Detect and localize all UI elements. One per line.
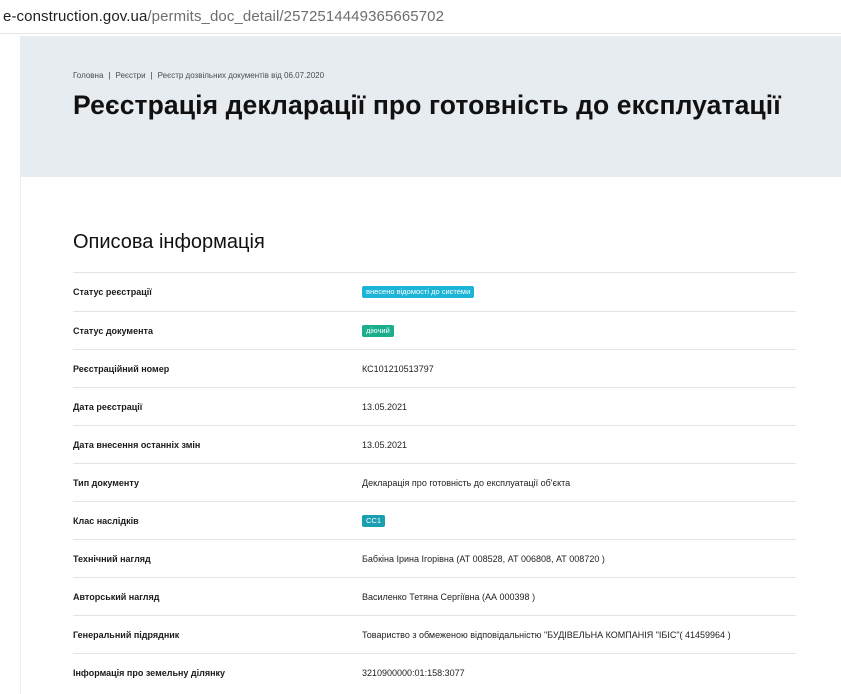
info-row-registration-number: Реєстраційний номер КС101210513797 xyxy=(73,349,796,387)
row-value: 13.05.2021 xyxy=(362,401,408,412)
row-label: Реєстраційний номер xyxy=(73,363,170,374)
row-label: Дата внесення останніх змін xyxy=(73,439,201,450)
breadcrumb-home[interactable]: Головна xyxy=(73,71,103,80)
row-value: внесено відомості до системи xyxy=(362,286,475,298)
url-host: e-construction.gov.ua xyxy=(3,8,148,25)
info-row-registration-date: Дата реєстрації 13.05.2021 xyxy=(73,387,796,425)
info-row-land-plot: Інформація про земельну ділянку 32109000… xyxy=(73,653,796,691)
row-value: СС1 xyxy=(362,514,386,527)
row-value: КС101210513797 xyxy=(362,363,434,374)
section-title: Описова інформація xyxy=(73,231,265,253)
row-label: Генеральний підрядник xyxy=(73,629,180,640)
row-label: Технічний нагляд xyxy=(73,553,151,564)
left-gutter xyxy=(0,35,21,694)
url-path: /permits_doc_detail/2572514449365665702 xyxy=(147,8,445,25)
registration-status-badge: внесено відомості до системи xyxy=(362,286,475,298)
row-label: Статус документа xyxy=(73,325,153,336)
info-row-author-supervision: Авторський нагляд Василенко Тетяна Сергі… xyxy=(73,577,796,615)
info-row-last-change-date: Дата внесення останніх змін 13.05.2021 xyxy=(73,425,796,463)
breadcrumb-registries[interactable]: Реєстри xyxy=(115,71,145,80)
row-label: Дата реєстрації xyxy=(73,401,143,412)
document-status-badge: діючий xyxy=(362,324,394,337)
row-value: Декларація про готовність до експлуатаці… xyxy=(362,477,571,488)
row-value: Василенко Тетяна Сергіївна (АА 000398 ) xyxy=(362,591,536,602)
row-value: Бабкіна Ірина Ігорівна (АТ 008528, АТ 00… xyxy=(362,553,605,564)
row-label: Тип документу xyxy=(73,477,139,488)
row-value: Товариство з обмеженою відповідальністю … xyxy=(362,629,731,640)
breadcrumb: Головна | Реєстри | Реєстр дозвільних докуме… xyxy=(73,71,324,80)
info-row-general-contractor: Генеральний підрядник Товариство з обмеж… xyxy=(73,615,796,653)
info-row-document-type: Тип документу Декларація про готовність … xyxy=(73,463,796,501)
breadcrumb-separator: | xyxy=(108,71,111,80)
page-title: Реєстрація декларації про готовність до … xyxy=(73,90,781,120)
consequence-class-badge: СС1 xyxy=(362,514,386,527)
row-value: діючий xyxy=(362,324,394,337)
url-text[interactable]: e-construction.gov.ua/permits_doc_detail… xyxy=(3,8,444,25)
info-row-document-status: Статус документа діючий xyxy=(73,311,796,349)
page-header: Головна | Реєстри | Реєстр дозвільних докуме… xyxy=(20,36,841,177)
info-row-registration-status: Статус реєстрації внесено відомості до с… xyxy=(73,272,796,311)
info-row-technical-supervision: Технічний нагляд Бабкіна Ірина Ігорівна … xyxy=(73,539,796,577)
info-row-consequence-class: Клас наслідків СС1 xyxy=(73,501,796,539)
info-table: Статус реєстрації внесено відомості до с… xyxy=(73,272,796,691)
row-label: Авторський нагляд xyxy=(73,591,160,602)
row-value: 13.05.2021 xyxy=(362,439,408,450)
row-label: Інформація про земельну ділянку xyxy=(73,667,226,678)
row-label: Клас наслідків xyxy=(73,515,139,526)
breadcrumb-permits-registry[interactable]: Реєстр дозвільних документів від 06.07.2… xyxy=(158,71,324,80)
row-value: 3210900000:01:158:3077 xyxy=(362,667,465,678)
address-bar[interactable]: e-construction.gov.ua/permits_doc_detail… xyxy=(0,0,841,34)
row-label: Статус реєстрації xyxy=(73,287,152,297)
breadcrumb-separator: | xyxy=(150,71,153,80)
